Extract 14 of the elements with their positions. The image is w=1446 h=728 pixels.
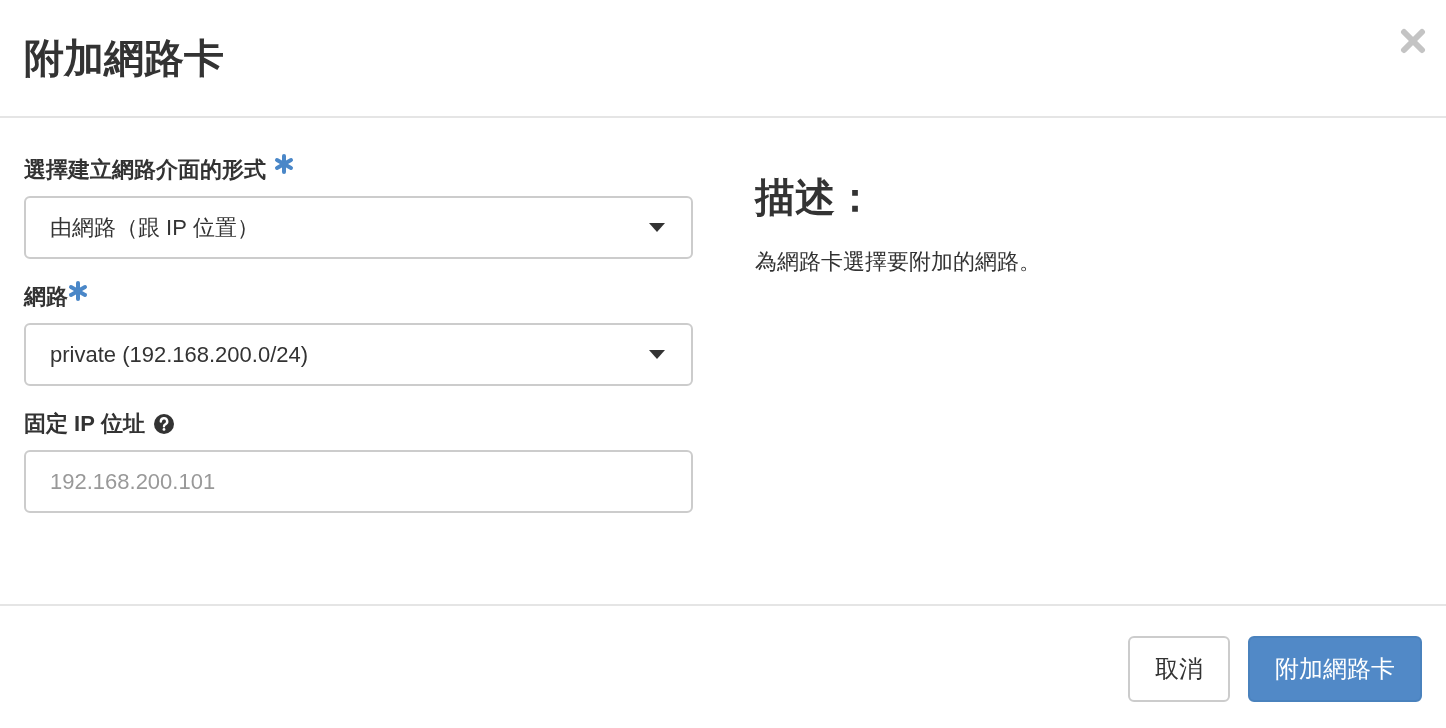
field-label: 選擇建立網路介面的形式 xyxy=(24,156,266,184)
description-text: 為網路卡選擇要附加的網路。 xyxy=(755,248,1041,276)
input-field[interactable]: 192.168.200.101 xyxy=(24,450,693,513)
submit-button[interactable]: 附加網路卡 xyxy=(1248,636,1422,702)
caret-icon xyxy=(649,222,665,233)
help-icon[interactable] xyxy=(152,413,175,435)
description-heading: 描述： xyxy=(755,174,876,221)
field-label: 固定 IP 位址 xyxy=(24,410,145,438)
cancel-button[interactable]: 取消 xyxy=(1128,636,1230,702)
field-label: 網路 xyxy=(24,283,68,311)
select-field[interactable]: 由網路（跟 IP 位置） xyxy=(24,196,693,259)
select-field[interactable]: private (192.168.200.0/24) xyxy=(24,323,693,386)
caret-icon xyxy=(649,349,665,360)
dialog-title: 附加網路卡 xyxy=(24,34,224,82)
